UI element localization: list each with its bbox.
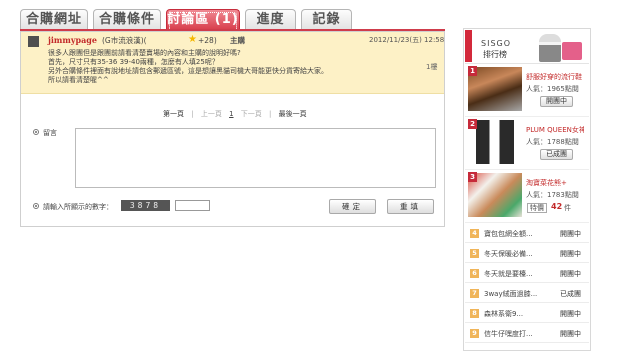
post-line: 很多人跟團但是跟團前請看清楚賣場的內容和主購的說明好嗎? bbox=[48, 49, 241, 57]
message-textarea[interactable] bbox=[75, 128, 436, 188]
rank-number-icon: 8 bbox=[470, 309, 479, 318]
captcha-label: 請輸入所顯示的數字： bbox=[43, 203, 113, 211]
ranking-sidebar: SISGO 排行榜 1 舒服好穿的流行鞋 人氣：1965點閱 開團中 2 PLU… bbox=[463, 28, 591, 351]
ranking-list-item[interactable]: 5 冬天保暖必備... 開團中 bbox=[465, 244, 589, 263]
product-title[interactable]: PLUM QUEEN女神 bbox=[526, 125, 584, 135]
post-user-location: (G市流浪漢)( bbox=[102, 36, 147, 45]
ranking-accent-strip bbox=[465, 30, 472, 62]
pager-separator: | bbox=[269, 110, 272, 118]
product-popularity: 人氣：1965點閱 bbox=[526, 85, 579, 93]
banner-bag-image bbox=[562, 42, 582, 60]
ranking-title: 排行榜 bbox=[483, 50, 507, 59]
ranking-header: SISGO 排行榜 bbox=[465, 30, 589, 64]
post-role: 主購 bbox=[230, 36, 245, 45]
bullet-icon bbox=[33, 129, 39, 135]
current-page: 1 bbox=[229, 110, 234, 118]
post-user-score: +28) bbox=[198, 36, 217, 45]
post-body: 很多人跟團但是跟團前請看清楚賣場的內容和主購的說明好嗎? 首先，尺寸只有35-3… bbox=[48, 49, 408, 85]
post-username[interactable]: jimmypage bbox=[48, 36, 97, 45]
status-button[interactable]: 開團中 bbox=[540, 96, 573, 107]
price-unit: 件 bbox=[564, 204, 571, 212]
rank-number-icon: 4 bbox=[470, 229, 479, 238]
post-line: 另外合購條件裡面有說地址請包含郵遞區號，這是想讓黑貓司機大哥能更快分貨寄給大家。 bbox=[48, 67, 328, 75]
ranking-list-item[interactable]: 9 信牛仔嘿度打... 開團中 bbox=[465, 324, 589, 343]
rank-badge: 3 bbox=[468, 172, 477, 182]
post-line: 所以請看清楚喔^^ bbox=[48, 76, 109, 84]
confirm-button[interactable]: 確定 bbox=[329, 199, 376, 214]
list-item-title[interactable]: 3way絨面過膝... bbox=[484, 289, 537, 299]
tab-group-conditions[interactable]: 合購條件 bbox=[93, 9, 161, 29]
product-title[interactable]: 淘寶菜花熊+ bbox=[526, 178, 584, 188]
captcha-image: 3878 bbox=[121, 200, 170, 211]
first-page-link[interactable]: 第一頁 bbox=[163, 110, 184, 118]
list-item-title[interactable]: 冬天保暖必備... bbox=[484, 249, 533, 259]
tab-discussion[interactable]: 討論區 (1) bbox=[166, 9, 240, 29]
price-value: 42 bbox=[551, 202, 563, 211]
product-popularity: 人氣：1783點閱 bbox=[526, 191, 579, 199]
message-label: 留言 bbox=[43, 129, 57, 137]
ranking-list-item[interactable]: 7 3way絨面過膝... 已成團 bbox=[465, 284, 589, 303]
star-icon: ★ bbox=[188, 34, 197, 45]
list-item-status: 開團中 bbox=[560, 250, 581, 258]
list-item-status: 開團中 bbox=[560, 270, 581, 278]
rank-badge: 2 bbox=[468, 119, 477, 129]
user-avatar[interactable] bbox=[28, 36, 39, 47]
price-label: 特價 bbox=[527, 203, 547, 213]
rank-number-icon: 7 bbox=[470, 289, 479, 298]
post-timestamp: 2012/11/23(五) 12:58 bbox=[369, 36, 445, 44]
list-item-title[interactable]: 信牛仔嘿度打... bbox=[484, 329, 533, 339]
captcha-input[interactable] bbox=[175, 200, 210, 211]
list-item-status: 開團中 bbox=[560, 230, 581, 238]
tab-group-url[interactable]: 合購網址 bbox=[20, 9, 88, 29]
rank-number-icon: 9 bbox=[470, 329, 479, 338]
ranking-top-item: 3 淘寶菜花熊+ 人氣：1783點閱 特價 42 件 bbox=[465, 171, 589, 223]
list-item-status: 開團中 bbox=[560, 330, 581, 338]
ranking-top-item: 2 PLUM QUEEN女神 人氣：1788點閱 已成團 bbox=[465, 118, 589, 170]
list-item-title[interactable]: 森林系衛9... bbox=[484, 309, 523, 319]
brand-logo: SISGO bbox=[481, 39, 512, 48]
status-button[interactable]: 已成團 bbox=[540, 149, 573, 160]
list-item-status: 開團中 bbox=[560, 310, 581, 318]
rank-number-icon: 6 bbox=[470, 269, 479, 278]
list-item-title[interactable]: 冬天就是要檯... bbox=[484, 269, 533, 279]
post-line: 首先，尺寸只有35-36 39-40兩種，怎麼有人填25呢？ bbox=[48, 58, 219, 66]
product-title[interactable]: 舒服好穿的流行鞋 bbox=[526, 72, 584, 82]
ranking-list-item[interactable]: 4 寶包包網全額... 開團中 bbox=[465, 224, 589, 243]
list-item-title[interactable]: 寶包包網全額... bbox=[484, 229, 533, 239]
discussion-post: jimmypage (G市流浪漢)( ★ +28) 主購 2012/11/23(… bbox=[21, 32, 444, 94]
product-popularity: 人氣：1788點閱 bbox=[526, 138, 579, 146]
rewrite-button[interactable]: 重填 bbox=[387, 199, 434, 214]
list-item-status: 已成團 bbox=[560, 290, 581, 298]
next-page-link[interactable]: 下一頁 bbox=[241, 110, 262, 118]
rank-badge: 1 bbox=[468, 66, 477, 76]
ranking-list-item[interactable]: 6 冬天就是要檯... 開團中 bbox=[465, 264, 589, 283]
banner-model-image bbox=[539, 34, 561, 62]
pager-separator: | bbox=[191, 110, 194, 118]
ranking-list-item[interactable]: 8 森林系衛9... 開團中 bbox=[465, 304, 589, 323]
tab-records[interactable]: 記錄 bbox=[301, 9, 352, 29]
post-floor: 1樓 bbox=[426, 63, 438, 71]
tab-progress[interactable]: 進度 bbox=[245, 9, 296, 29]
rank-number-icon: 5 bbox=[470, 249, 479, 258]
ranking-top-item: 1 舒服好穿的流行鞋 人氣：1965點閱 開團中 bbox=[465, 65, 589, 117]
prev-page-link[interactable]: 上一頁 bbox=[201, 110, 222, 118]
discussion-panel: jimmypage (G市流浪漢)( ★ +28) 主購 2012/11/23(… bbox=[20, 31, 445, 227]
bullet-icon bbox=[33, 203, 39, 209]
pagination: 第一頁 | 上一頁 1 下一頁 | 最後一頁 bbox=[163, 109, 312, 119]
last-page-link[interactable]: 最後一頁 bbox=[279, 110, 307, 118]
